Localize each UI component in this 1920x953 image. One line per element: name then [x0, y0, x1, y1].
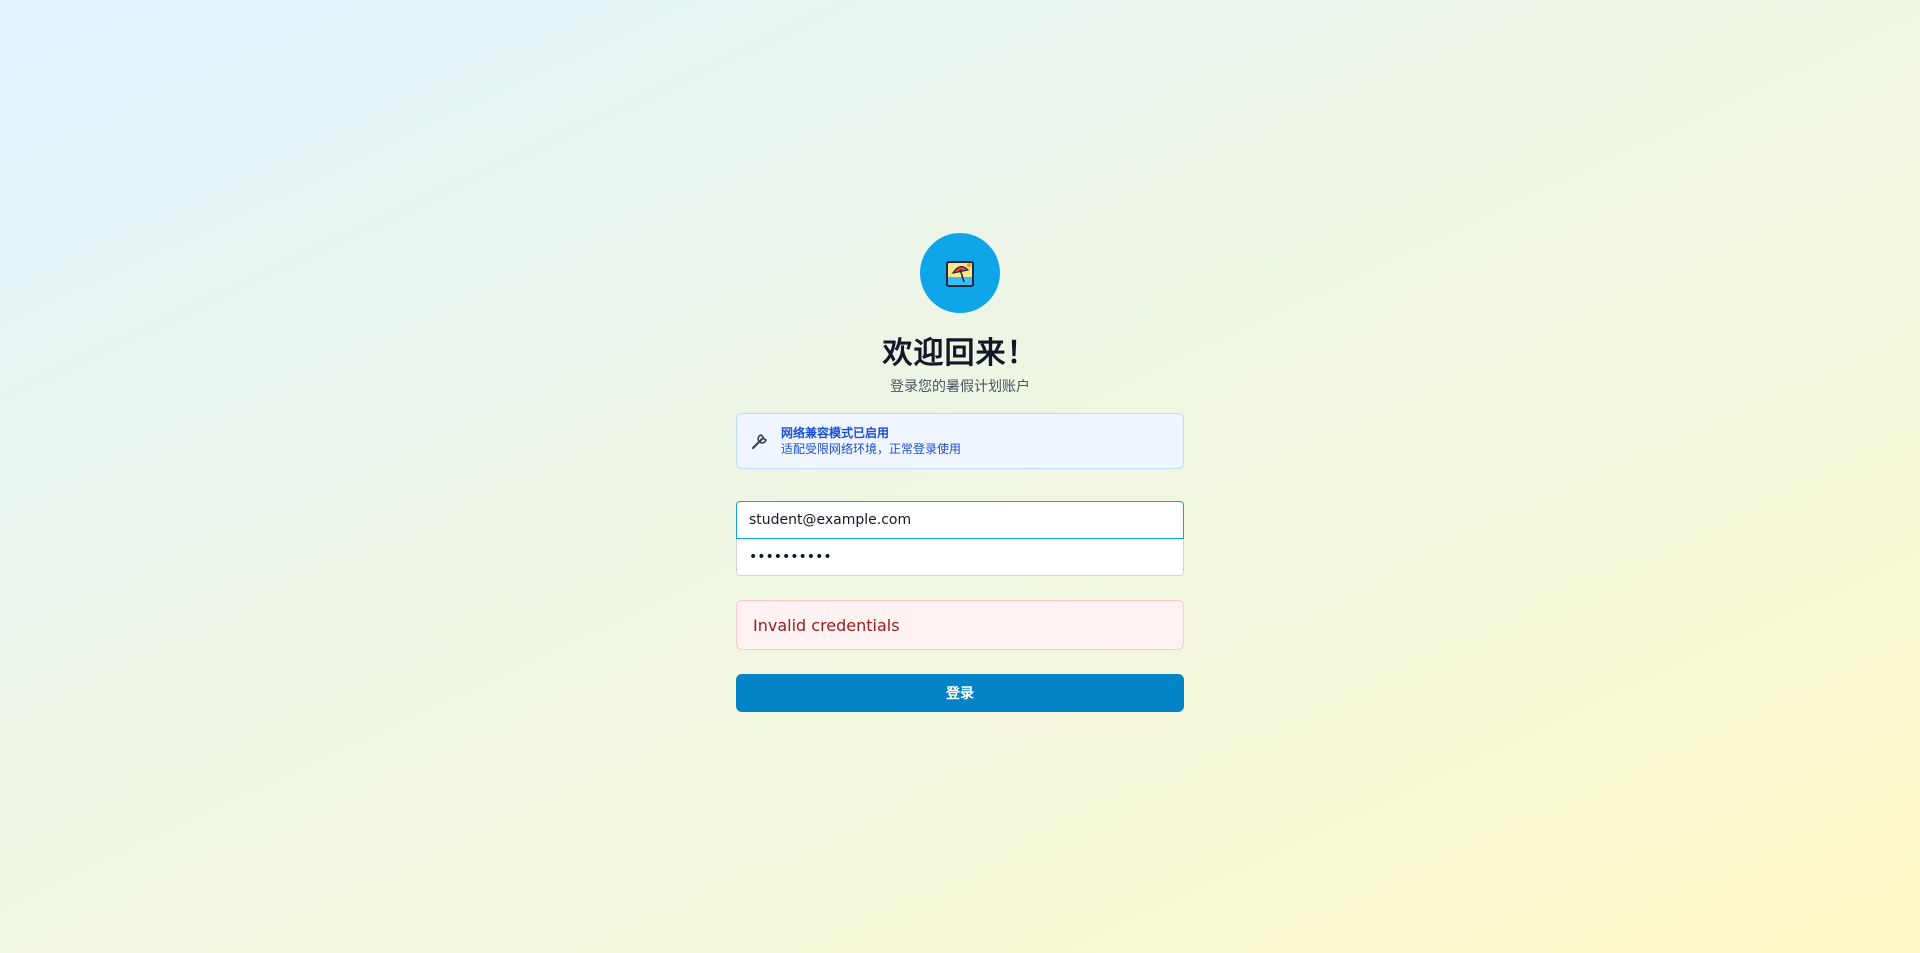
- logo-badge: [920, 233, 1000, 313]
- error-message: Invalid credentials: [753, 615, 900, 635]
- notice-description: 适配受限网络环境，正常登录使用: [781, 442, 962, 456]
- login-card: 欢迎回来！ 登录您的暑假计划账户 网络兼容模式已启用 适配受限网络环境，正常登录…: [736, 233, 1184, 712]
- wrench-icon: [749, 430, 771, 452]
- beach-umbrella-icon: [946, 261, 974, 287]
- email-input[interactable]: [736, 501, 1184, 539]
- password-input[interactable]: [736, 539, 1184, 576]
- notice-title: 网络兼容模式已启用: [781, 426, 890, 440]
- error-alert: Invalid credentials: [736, 600, 1184, 650]
- login-button[interactable]: 登录: [736, 674, 1184, 712]
- page-subtitle: 登录您的暑假计划账户: [890, 379, 1030, 395]
- credentials-fields: [736, 501, 1184, 576]
- network-mode-notice: 网络兼容模式已启用 适配受限网络环境，正常登录使用: [736, 413, 1184, 469]
- page-title: 欢迎回来！: [882, 336, 1038, 371]
